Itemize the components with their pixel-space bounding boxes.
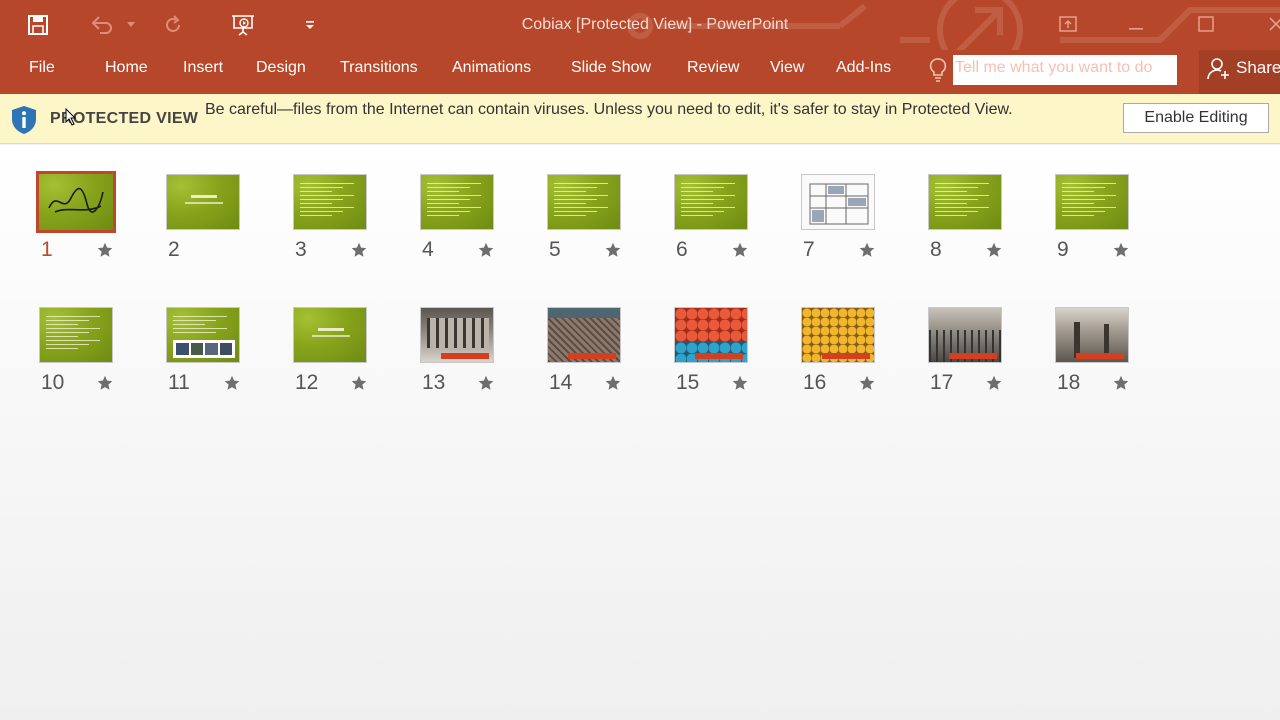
transition-star-icon bbox=[351, 242, 367, 263]
transition-star-icon bbox=[986, 375, 1002, 396]
slide-preview[interactable] bbox=[674, 174, 748, 230]
tab-add-ins[interactable]: Add-Ins bbox=[836, 59, 891, 77]
slide-thumbnail-16[interactable]: 16 bbox=[801, 307, 901, 407]
slide-number: 11 bbox=[168, 371, 190, 394]
slide-preview[interactable] bbox=[39, 307, 113, 363]
slide-number: 2 bbox=[168, 238, 180, 261]
slide-thumbnail-18[interactable]: 18 bbox=[1055, 307, 1155, 407]
slide-number: 4 bbox=[422, 238, 434, 261]
slide-number: 3 bbox=[295, 238, 307, 261]
mouse-cursor-icon bbox=[65, 108, 77, 126]
slide-number: 10 bbox=[41, 371, 65, 394]
slide-preview[interactable] bbox=[36, 171, 116, 233]
tab-review[interactable]: Review bbox=[687, 59, 739, 77]
slide-thumbnail-6[interactable]: 6 bbox=[674, 174, 774, 274]
slide-preview[interactable] bbox=[1055, 307, 1129, 363]
slide-thumbnail-4[interactable]: 4 bbox=[420, 174, 520, 274]
slide-sorter: 1 2 3 4 5 6 7 8 9 10 11 12 13 14 15 16 17 18 bbox=[0, 145, 1280, 720]
share-label: Share bbox=[1236, 58, 1280, 77]
slide-preview[interactable] bbox=[801, 307, 875, 363]
slide-preview[interactable] bbox=[674, 307, 748, 363]
slide-thumbnail-9[interactable]: 9 bbox=[1055, 174, 1155, 274]
tab-slide-show[interactable]: Slide Show bbox=[571, 59, 651, 77]
transition-star-icon bbox=[478, 242, 494, 263]
slide-number: 1 bbox=[41, 238, 53, 261]
maximize-icon[interactable] bbox=[1186, 10, 1226, 38]
window-title: Cobiax [Protected View] - PowerPoint bbox=[521, 16, 789, 33]
slide-number: 12 bbox=[295, 371, 319, 394]
lightbulb-icon bbox=[929, 57, 947, 88]
slide-number: 5 bbox=[549, 238, 561, 261]
transition-star-icon bbox=[859, 242, 875, 263]
transition-star-icon bbox=[351, 375, 367, 396]
ribbon-display-options-icon[interactable] bbox=[1048, 10, 1088, 38]
transition-star-icon bbox=[859, 375, 875, 396]
slide-thumbnail-1[interactable]: 1 bbox=[36, 171, 139, 274]
slide-number: 18 bbox=[1057, 371, 1081, 394]
add-person-icon bbox=[1207, 58, 1229, 80]
slide-thumbnail-13[interactable]: 13 bbox=[420, 307, 520, 407]
slide-thumbnail-5[interactable]: 5 bbox=[547, 174, 647, 274]
transition-star-icon bbox=[986, 242, 1002, 263]
slide-thumbnail-14[interactable]: 14 bbox=[547, 307, 647, 407]
title-bar: Cobiax [Protected View] - PowerPoint bbox=[0, 0, 1280, 50]
slide-preview[interactable] bbox=[293, 174, 367, 230]
tab-home[interactable]: Home bbox=[105, 59, 148, 77]
shield-info-icon bbox=[10, 105, 38, 140]
slide-thumbnail-10[interactable]: 10 bbox=[39, 307, 139, 407]
slide-thumbnail-12[interactable]: 12 bbox=[293, 307, 393, 407]
slide-preview[interactable] bbox=[420, 307, 494, 363]
slide-number: 16 bbox=[803, 371, 827, 394]
transition-star-icon bbox=[605, 375, 621, 396]
tab-animations[interactable]: Animations bbox=[452, 59, 531, 77]
transition-star-icon bbox=[1113, 242, 1129, 263]
ribbon-tab-bar: File Home Insert Design Transitions Anim… bbox=[0, 50, 1280, 94]
slide-number: 9 bbox=[1057, 238, 1069, 261]
slide-preview[interactable] bbox=[928, 174, 1002, 230]
transition-star-icon bbox=[478, 375, 494, 396]
slide-preview[interactable] bbox=[166, 307, 240, 363]
close-icon[interactable] bbox=[1256, 10, 1280, 38]
transition-star-icon bbox=[97, 242, 113, 263]
slide-number: 6 bbox=[676, 238, 688, 261]
slide-thumbnail-11[interactable]: 11 bbox=[166, 307, 266, 407]
slide-thumbnail-7[interactable]: 7 bbox=[801, 174, 901, 274]
slide-preview[interactable] bbox=[547, 307, 621, 363]
tell-me-search-input[interactable]: Tell me what you want to do bbox=[953, 55, 1177, 85]
slide-preview[interactable] bbox=[166, 174, 240, 230]
transition-star-icon bbox=[1113, 375, 1129, 396]
slide-number: 17 bbox=[930, 371, 954, 394]
slide-number: 8 bbox=[930, 238, 942, 261]
transition-star-icon bbox=[224, 375, 240, 396]
slide-preview[interactable] bbox=[547, 174, 621, 230]
tab-file[interactable]: File bbox=[29, 59, 55, 77]
slide-thumbnail-8[interactable]: 8 bbox=[928, 174, 1028, 274]
slide-thumbnail-17[interactable]: 17 bbox=[928, 307, 1028, 407]
slide-preview[interactable] bbox=[293, 307, 367, 363]
minimize-icon[interactable] bbox=[1116, 10, 1156, 38]
tab-insert[interactable]: Insert bbox=[183, 59, 223, 77]
slide-preview[interactable] bbox=[420, 174, 494, 230]
slide-preview[interactable] bbox=[1055, 174, 1129, 230]
protected-view-bar: PROTECTED VIEW Be careful—files from the… bbox=[0, 94, 1280, 144]
slide-number: 13 bbox=[422, 371, 446, 394]
slide-number: 15 bbox=[676, 371, 700, 394]
tab-view[interactable]: View bbox=[770, 59, 804, 77]
slide-thumbnail-3[interactable]: 3 bbox=[293, 174, 393, 274]
protected-view-message: Be careful—files from the Internet can c… bbox=[205, 101, 1013, 118]
share-button[interactable]: Share bbox=[1206, 56, 1280, 80]
slide-number: 7 bbox=[803, 238, 815, 261]
tab-design[interactable]: Design bbox=[256, 59, 306, 77]
slide-preview[interactable] bbox=[801, 174, 875, 230]
transition-star-icon bbox=[732, 242, 748, 263]
transition-star-icon bbox=[605, 242, 621, 263]
transition-star-icon bbox=[732, 375, 748, 396]
enable-editing-button[interactable]: Enable Editing bbox=[1123, 103, 1269, 133]
transition-star-icon bbox=[97, 375, 113, 396]
slide-thumbnail-15[interactable]: 15 bbox=[674, 307, 774, 407]
slide-thumbnail-2[interactable]: 2 bbox=[166, 174, 266, 274]
slide-preview[interactable] bbox=[928, 307, 1002, 363]
tab-transitions[interactable]: Transitions bbox=[340, 59, 418, 77]
slide-number: 14 bbox=[549, 371, 573, 394]
